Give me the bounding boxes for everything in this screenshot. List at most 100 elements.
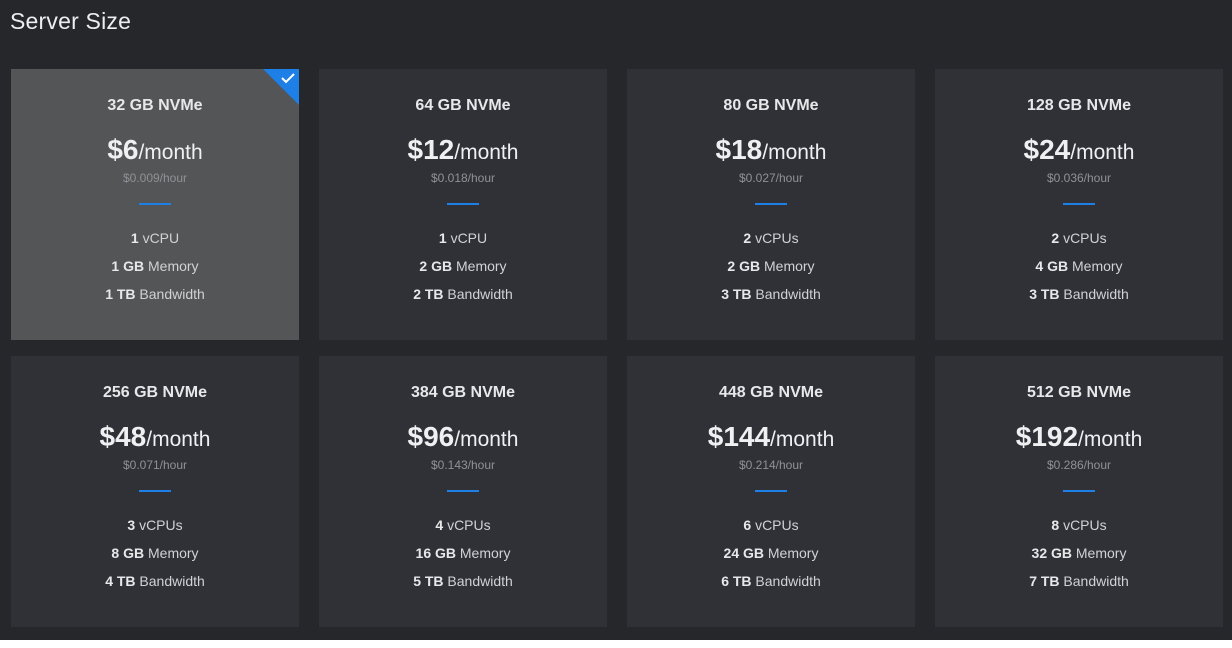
spec-value: 2 GB <box>727 258 761 274</box>
plan-storage: 64 GB NVMe <box>415 97 511 114</box>
plan-price: $18/month <box>627 133 915 167</box>
plan-card[interactable]: 512 GB NVMe $192/month $0.286/hour 8 vCP… <box>935 356 1223 627</box>
price-period: /month <box>770 428 835 451</box>
plan-specs: 4 vCPUs 16 GB Memory 5 TB Bandwidth <box>319 514 607 598</box>
spec-label: Bandwidth <box>755 573 821 589</box>
price-amount: $144 <box>707 421 771 452</box>
plan-storage: 80 GB NVMe <box>723 97 819 114</box>
spec-label: Bandwidth <box>1063 286 1129 302</box>
spec-label: Bandwidth <box>1063 573 1129 589</box>
price-amount: $192 <box>1015 421 1079 452</box>
spec-label: Memory <box>148 258 199 274</box>
plan-hourly-price: $0.009/hour <box>122 171 188 185</box>
spec-value: 4 <box>435 517 444 533</box>
price-period: /month <box>1078 428 1143 451</box>
spec-cpu: 2 vCPUs <box>935 227 1223 255</box>
spec-bandwidth: 6 TB Bandwidth <box>627 570 915 598</box>
spec-value: 3 TB <box>721 286 752 302</box>
plan-specs: 2 vCPUs 2 GB Memory 3 TB Bandwidth <box>627 227 915 311</box>
spec-cpu: 8 vCPUs <box>935 514 1223 542</box>
spec-label: Memory <box>459 545 511 561</box>
plan-storage: 128 GB NVMe <box>1026 97 1132 114</box>
plan-specs: 1 vCPU 2 GB Memory 2 TB Bandwidth <box>319 227 607 311</box>
spec-label: Bandwidth <box>139 286 205 302</box>
plan-card[interactable]: 448 GB NVMe $144/month $0.214/hour 6 vCP… <box>627 356 915 627</box>
spec-value: 8 GB <box>111 545 145 561</box>
spec-value: 8 <box>1051 517 1060 533</box>
spec-cpu: 1 vCPU <box>319 227 607 255</box>
plan-card[interactable]: 256 GB NVMe $48/month $0.071/hour 3 vCPU… <box>11 356 299 627</box>
plan-hourly-price: $0.143/hour <box>430 458 496 472</box>
accent-divider <box>1063 490 1095 492</box>
price-period: /month <box>1070 141 1135 164</box>
price-period: /month <box>454 428 519 451</box>
spec-memory: 24 GB Memory <box>627 542 915 570</box>
price-amount: $12 <box>407 134 455 165</box>
spec-value: 4 GB <box>1035 258 1069 274</box>
accent-divider <box>139 203 171 205</box>
spec-value: 2 TB <box>413 286 444 302</box>
accent-divider <box>755 203 787 205</box>
spec-value: 1 GB <box>111 258 145 274</box>
accent-divider <box>755 490 787 492</box>
spec-bandwidth: 3 TB Bandwidth <box>627 283 915 311</box>
price-amount: $96 <box>407 421 455 452</box>
spec-label: vCPUs <box>139 517 183 533</box>
plan-hourly-price: $0.027/hour <box>738 171 804 185</box>
spec-value: 1 TB <box>105 286 136 302</box>
spec-value: 2 <box>743 230 752 246</box>
plan-hourly-price: $0.071/hour <box>122 458 188 472</box>
plan-grid: 32 GB NVMe $6/month $0.009/hour 1 vCPU 1… <box>11 69 1223 627</box>
plan-price: $144/month <box>627 420 915 454</box>
plan-hourly-price: $0.036/hour <box>1046 171 1112 185</box>
spec-cpu: 3 vCPUs <box>11 514 299 542</box>
plan-card[interactable]: 384 GB NVMe $96/month $0.143/hour 4 vCPU… <box>319 356 607 627</box>
price-amount: $24 <box>1023 134 1071 165</box>
plan-card[interactable]: 32 GB NVMe $6/month $0.009/hour 1 vCPU 1… <box>11 69 299 340</box>
spec-cpu: 4 vCPUs <box>319 514 607 542</box>
spec-label: Bandwidth <box>447 573 513 589</box>
price-period: /month <box>454 141 519 164</box>
spec-label: Memory <box>1072 258 1123 274</box>
plan-specs: 3 vCPUs 8 GB Memory 4 TB Bandwidth <box>11 514 299 598</box>
spec-label: vCPUs <box>755 517 799 533</box>
spec-bandwidth: 2 TB Bandwidth <box>319 283 607 311</box>
spec-value: 2 GB <box>419 258 453 274</box>
spec-value: 3 <box>127 517 136 533</box>
spec-cpu: 6 vCPUs <box>627 514 915 542</box>
price-amount: $48 <box>99 421 147 452</box>
plan-price: $96/month <box>319 420 607 454</box>
spec-cpu: 2 vCPUs <box>627 227 915 255</box>
spec-value: 16 GB <box>415 545 456 561</box>
checkmark-icon <box>281 73 295 84</box>
spec-value: 2 <box>1051 230 1060 246</box>
price-amount: $6 <box>107 134 139 165</box>
price-period: /month <box>146 428 211 451</box>
plan-hourly-price: $0.214/hour <box>738 458 804 472</box>
accent-divider <box>447 203 479 205</box>
plan-storage: 512 GB NVMe <box>1026 384 1132 401</box>
plan-specs: 6 vCPUs 24 GB Memory 6 TB Bandwidth <box>627 514 915 598</box>
plan-price: $6/month <box>11 133 299 167</box>
plan-card[interactable]: 128 GB NVMe $24/month $0.036/hour 2 vCPU… <box>935 69 1223 340</box>
plan-storage: 256 GB NVMe <box>102 384 208 401</box>
plan-card[interactable]: 64 GB NVMe $12/month $0.018/hour 1 vCPU … <box>319 69 607 340</box>
plan-hourly-price: $0.018/hour <box>430 171 496 185</box>
accent-divider <box>1063 203 1095 205</box>
plan-card[interactable]: 80 GB NVMe $18/month $0.027/hour 2 vCPUs… <box>627 69 915 340</box>
plan-storage: 448 GB NVMe <box>718 384 824 401</box>
plan-storage: 384 GB NVMe <box>410 384 516 401</box>
spec-memory: 16 GB Memory <box>319 542 607 570</box>
plan-hourly-price: $0.286/hour <box>1046 458 1112 472</box>
spec-label: Memory <box>764 258 815 274</box>
spec-label: vCPU <box>450 230 488 246</box>
spec-bandwidth: 5 TB Bandwidth <box>319 570 607 598</box>
spec-value: 3 TB <box>1029 286 1060 302</box>
spec-label: Bandwidth <box>139 573 205 589</box>
accent-divider <box>447 490 479 492</box>
spec-value: 1 <box>130 230 139 246</box>
plan-price: $12/month <box>319 133 607 167</box>
spec-value: 24 GB <box>723 545 764 561</box>
plan-specs: 8 vCPUs 32 GB Memory 7 TB Bandwidth <box>935 514 1223 598</box>
spec-value: 5 TB <box>413 573 444 589</box>
